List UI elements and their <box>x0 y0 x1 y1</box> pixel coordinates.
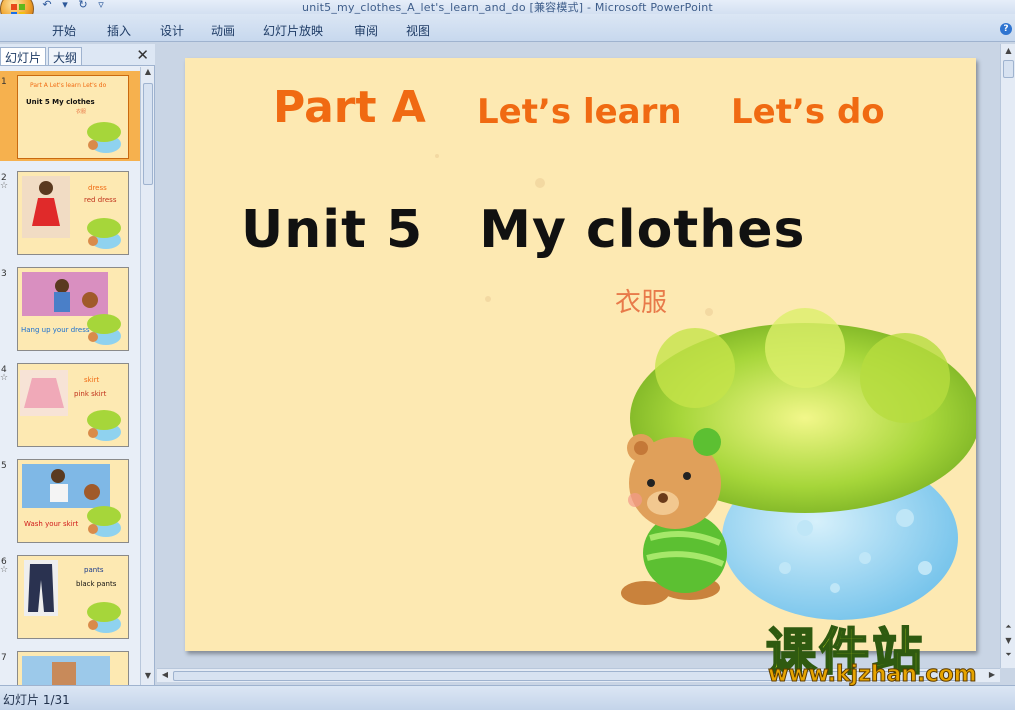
tab-view[interactable]: 视图 <box>406 22 430 39</box>
bush-illustration-icon <box>87 602 121 633</box>
slide-number: 1 <box>1 77 7 87</box>
wash-skirt-photo-icon <box>22 464 110 508</box>
slide-thumbnail[interactable] <box>17 651 129 685</box>
tab-outline[interactable]: 大纲 <box>48 47 83 65</box>
slide-thumbnail[interactable]: skirt pink skirt <box>17 363 129 447</box>
bush-illustration-icon <box>87 410 121 441</box>
slide-thumbnail[interactable]: dress red dress <box>17 171 129 255</box>
tab-design[interactable]: 设计 <box>160 22 184 39</box>
thumb-text: red dress <box>84 196 117 204</box>
previous-slide-icon[interactable]: ⏶ <box>1003 622 1014 634</box>
thumb-text: Wash your skirt <box>24 520 79 528</box>
slide-counter: 幻灯片 1/31 <box>3 693 70 707</box>
slide-editor: Part A Let’s learn Let’s do Unit 5 My clo… <box>157 44 1000 668</box>
unit-name: My clothes <box>479 200 806 260</box>
tab-slides[interactable]: 幻灯片 <box>0 47 47 65</box>
thumbnail-row-5[interactable]: 5 Wash your skirt <box>0 455 140 545</box>
scroll-down-icon[interactable]: ▼ <box>1003 636 1014 648</box>
thumb-text: Part A Let's learn Let's do <box>30 82 107 89</box>
ribbon-tabs: 开始 插入 设计 动画 幻灯片放映 审阅 视图 ? <box>0 14 1015 42</box>
watermark-url: www.kjzhan.com <box>768 662 978 688</box>
thumbnail-row-6[interactable]: 6 ☆ pants black pants <box>0 551 140 641</box>
speck <box>535 178 545 188</box>
tab-slideshow[interactable]: 幻灯片放映 <box>263 22 323 39</box>
thumb-text: Hang up your dress <box>21 326 90 334</box>
slide-thumbnail[interactable]: Part A Let's learn Let's do Unit 5 My cl… <box>17 75 129 159</box>
thumb-text: black pants <box>76 580 117 588</box>
thumb-text: pants <box>84 566 104 574</box>
bush-illustration-icon <box>87 506 121 537</box>
next-slide-icon[interactable]: ⏷ <box>1003 650 1014 662</box>
scroll-up-icon[interactable]: ▲ <box>142 67 154 81</box>
bush-illustration-icon <box>87 314 121 345</box>
slide-canvas[interactable]: Part A Let’s learn Let’s do Unit 5 My clo… <box>185 58 976 651</box>
dress-photo-icon <box>22 176 70 238</box>
thumbnail-row-2[interactable]: 2 ☆ dress red dress <box>0 167 140 257</box>
part-heading: Part A <box>273 82 426 133</box>
tab-review[interactable]: 审阅 <box>354 22 378 39</box>
slides-pane: 幻灯片 大纲 ✕ 1 Part A Let's learn Let's do U… <box>0 44 155 685</box>
thumbnail-row-7[interactable]: 7 <box>0 647 140 685</box>
tab-animations[interactable]: 动画 <box>211 22 235 39</box>
lets-learn-heading: Let’s learn <box>477 92 682 132</box>
thumb-text: skirt <box>84 376 100 384</box>
slide-number: 5 <box>1 461 7 471</box>
slide-thumbnail[interactable]: pants black pants <box>17 555 129 639</box>
thumb-text: 衣服 <box>76 109 87 115</box>
thumb-text: dress <box>88 184 107 192</box>
pane-tabs: 幻灯片 大纲 ✕ <box>0 44 155 66</box>
tab-insert[interactable]: 插入 <box>107 22 131 39</box>
unit-number: Unit 5 <box>241 200 424 260</box>
bush-illustration-icon <box>87 218 121 249</box>
pants-photo-icon <box>24 560 58 616</box>
scroll-down-icon[interactable]: ▼ <box>142 671 154 685</box>
animation-star-icon: ☆ <box>0 181 9 191</box>
lets-do-heading: Let’s do <box>731 92 885 132</box>
window-title: unit5_my_clothes_A_let's_learn_and_do [兼… <box>302 1 713 14</box>
unit-title: Unit 5 My clothes <box>241 200 805 260</box>
thumb-text: Unit 5 My clothes <box>26 98 95 106</box>
slide-thumbnail[interactable]: Wash your skirt <box>17 459 129 543</box>
thumbnail-row-4[interactable]: 4 ☆ skirt pink skirt <box>0 359 140 449</box>
scroll-up-icon[interactable]: ▲ <box>1003 46 1014 58</box>
pane-scrollbar[interactable]: ▲ ▼ <box>140 67 154 685</box>
slide-photo-icon <box>22 656 110 685</box>
slide-thumbnail[interactable]: Hang up your dress <box>17 267 129 351</box>
speck <box>485 296 491 302</box>
animation-star-icon: ☆ <box>0 373 9 383</box>
scroll-thumb[interactable] <box>143 83 153 185</box>
slide-number: 7 <box>1 653 7 663</box>
speck <box>435 154 439 158</box>
bear-and-bush-illustration-icon <box>621 308 976 620</box>
title-bar: ↶ ▾ ↻ ▿ unit5_my_clothes_A_let's_learn_a… <box>0 0 1015 26</box>
scroll-thumb[interactable] <box>1003 60 1014 78</box>
hang-dress-photo-icon <box>22 272 108 316</box>
editor-vertical-scrollbar[interactable]: ▲ ⏶ ▼ ⏷ <box>1000 44 1015 668</box>
thumbnail-row-1[interactable]: 1 Part A Let's learn Let's do Unit 5 My … <box>0 71 140 161</box>
thumbnail-list: 1 Part A Let's learn Let's do Unit 5 My … <box>0 67 140 685</box>
scroll-left-icon[interactable]: ◀ <box>159 670 171 682</box>
slide-number: 3 <box>1 269 7 279</box>
bush-illustration-icon <box>87 122 121 153</box>
close-icon[interactable]: ✕ <box>136 46 149 64</box>
animation-star-icon: ☆ <box>0 565 9 575</box>
help-icon[interactable]: ? <box>1000 23 1012 35</box>
tab-home[interactable]: 开始 <box>52 22 76 39</box>
status-bar: 幻灯片 1/31 <box>0 685 1015 710</box>
skirt-photo-icon <box>20 370 68 416</box>
watermark-logo: 课件站 www.kjzhan.com <box>765 612 996 688</box>
thumbnail-row-3[interactable]: 3 Hang up your dress <box>0 263 140 353</box>
thumb-text: pink skirt <box>74 390 107 398</box>
